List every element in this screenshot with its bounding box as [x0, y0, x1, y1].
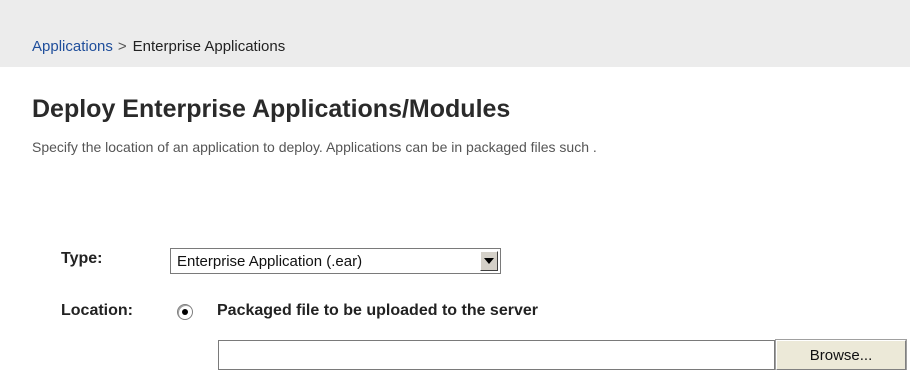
radio-packaged-file-label[interactable]: Packaged file to be uploaded to the serv… — [217, 302, 538, 320]
chevron-down-icon[interactable] — [480, 251, 498, 271]
browse-button[interactable]: Browse... — [775, 339, 907, 370]
page-description: Specify the location of an application t… — [32, 139, 597, 155]
breadcrumb-separator: > — [117, 38, 127, 55]
file-path-input[interactable] — [218, 340, 775, 370]
breadcrumb: Applications > Enterprise Applications — [32, 38, 285, 55]
type-label: Type: — [61, 250, 103, 267]
type-select-value: Enterprise Application (.ear) — [177, 253, 363, 270]
breadcrumb-bar: Applications > Enterprise Applications — [0, 0, 910, 67]
breadcrumb-link-applications[interactable]: Applications — [32, 38, 113, 55]
page-title: Deploy Enterprise Applications/Modules — [32, 95, 511, 123]
breadcrumb-current: Enterprise Applications — [132, 38, 286, 55]
deploy-page: Applications > Enterprise Applications Dep… — [0, 0, 910, 370]
location-label: Location: — [61, 302, 133, 319]
radio-packaged-file[interactable] — [177, 304, 193, 320]
type-select[interactable]: Enterprise Application (.ear) — [170, 248, 501, 274]
radio-selected-icon — [182, 309, 188, 315]
